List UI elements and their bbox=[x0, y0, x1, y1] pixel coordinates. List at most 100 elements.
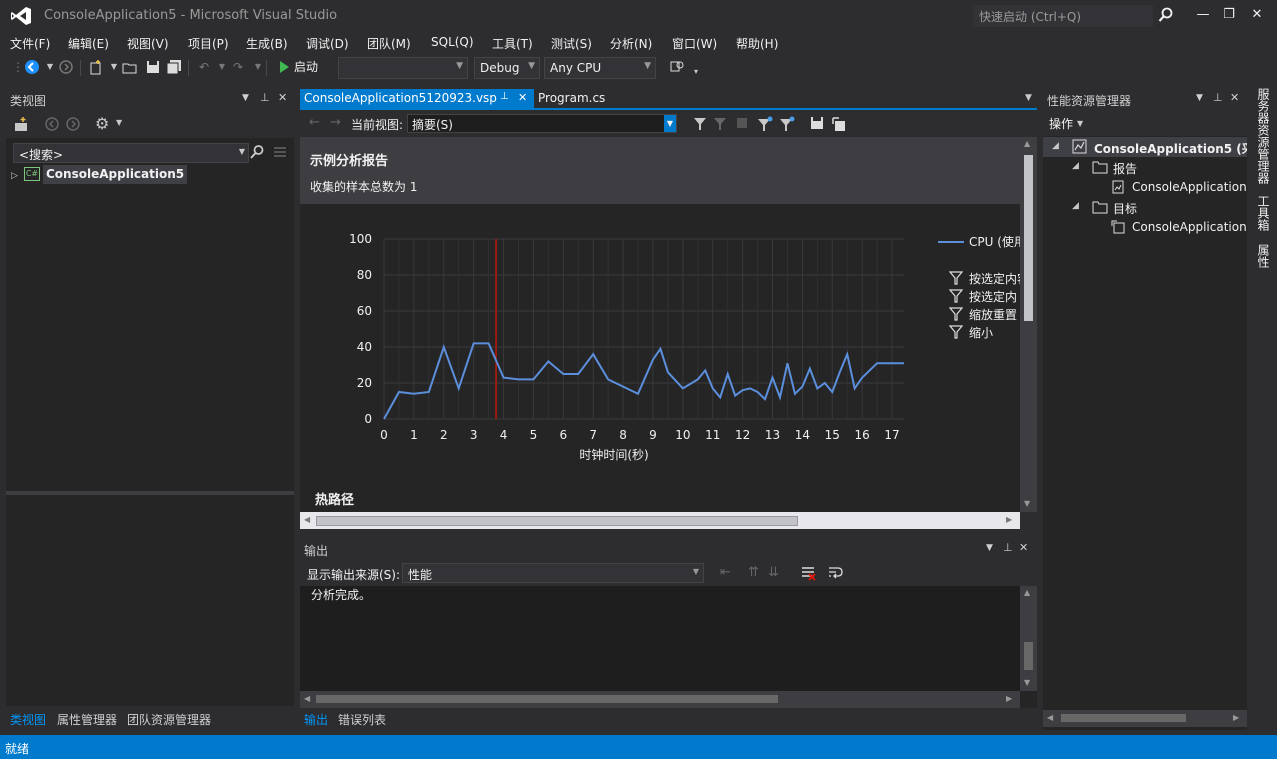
tree-collapse-arrow-icon[interactable]: ◢ bbox=[1052, 141, 1059, 151]
filter-selection-icon[interactable] bbox=[757, 116, 773, 132]
panel-splitter[interactable] bbox=[6, 491, 294, 495]
close-icon[interactable]: ✕ bbox=[278, 91, 287, 104]
filter-icon[interactable] bbox=[693, 117, 707, 131]
save-icon[interactable] bbox=[145, 59, 161, 75]
legend-filter-action[interactable]: 缩小 bbox=[969, 325, 993, 340]
search-icon[interactable] bbox=[1158, 7, 1174, 23]
menu-test[interactable]: 测试(S) bbox=[551, 35, 592, 52]
back-dropdown-icon[interactable]: ▼ bbox=[42, 59, 58, 75]
panel-menu-icon[interactable]: ▼ bbox=[242, 93, 249, 103]
scroll-thumb[interactable] bbox=[1024, 155, 1033, 321]
menu-project[interactable]: 项目(P) bbox=[188, 35, 229, 52]
scroll-left-icon[interactable]: ◀ bbox=[304, 515, 310, 524]
pin-icon[interactable]: ⊥ bbox=[1213, 91, 1223, 104]
tree-item-project[interactable]: ConsoleApplication5 bbox=[43, 165, 188, 184]
scroll-left-icon[interactable]: ◀ bbox=[304, 694, 310, 703]
minimize-button[interactable]: — bbox=[1190, 4, 1216, 26]
filter-icon[interactable] bbox=[948, 271, 964, 285]
pin-icon[interactable]: ⊥ bbox=[500, 91, 509, 102]
scroll-right-icon[interactable]: ▶ bbox=[1006, 515, 1012, 524]
scroll-down-icon[interactable]: ▼ bbox=[1024, 499, 1030, 508]
filter-icon[interactable] bbox=[948, 325, 964, 339]
menu-analyze[interactable]: 分析(N) bbox=[610, 35, 652, 52]
current-view-combo[interactable]: 摘要(S) ▼ bbox=[407, 114, 677, 133]
close-icon[interactable]: ✕ bbox=[518, 91, 527, 104]
menu-sql[interactable]: SQL(Q) bbox=[431, 35, 474, 49]
tree-collapse-arrow-icon[interactable]: ◢ bbox=[1072, 161, 1079, 171]
navigate-forward-icon[interactable] bbox=[58, 59, 74, 75]
class-search-input[interactable]: <搜索> ▼ bbox=[13, 143, 249, 163]
filter-icon[interactable] bbox=[948, 289, 964, 303]
close-icon[interactable]: ✕ bbox=[1230, 91, 1239, 104]
close-icon[interactable]: ✕ bbox=[1019, 541, 1028, 554]
tab-class-view[interactable]: 类视图 bbox=[10, 711, 46, 728]
scroll-thumb[interactable] bbox=[316, 695, 778, 703]
menu-edit[interactable]: 编辑(E) bbox=[68, 35, 109, 52]
find-in-files-icon[interactable] bbox=[669, 59, 685, 75]
filter-zoom-icon[interactable] bbox=[779, 116, 795, 132]
undo-dropdown-icon[interactable]: ▼ bbox=[214, 59, 230, 75]
report-vertical-scrollbar[interactable]: ▲ ▼ bbox=[1020, 137, 1037, 512]
open-file-icon[interactable] bbox=[122, 59, 138, 75]
close-window-button[interactable]: ✕ bbox=[1244, 4, 1270, 26]
find-next-icon[interactable]: ⇊ bbox=[768, 565, 779, 580]
scroll-up-icon[interactable]: ▲ bbox=[1024, 588, 1030, 597]
panel-menu-icon[interactable]: ▼ bbox=[986, 543, 993, 553]
menu-build[interactable]: 生成(B) bbox=[246, 35, 288, 52]
tab-program-cs[interactable]: Program.cs bbox=[534, 89, 609, 108]
pin-icon[interactable]: ⊥ bbox=[1003, 541, 1013, 554]
undo-icon[interactable]: ↶ bbox=[196, 59, 212, 75]
filter-icon[interactable] bbox=[948, 307, 964, 321]
tab-output[interactable]: 输出 bbox=[304, 711, 328, 728]
legend-filter-action[interactable]: 缩放重置 bbox=[969, 307, 1017, 322]
tree-item-targets[interactable]: 目标 bbox=[1113, 200, 1137, 217]
tree-item-reports[interactable]: 报告 bbox=[1113, 160, 1137, 177]
clear-all-icon[interactable] bbox=[800, 565, 816, 581]
perf-horizontal-scrollbar[interactable]: ◀ ▶ bbox=[1043, 710, 1247, 727]
new-folder-icon[interactable] bbox=[13, 116, 29, 132]
start-button-label[interactable]: 启动 bbox=[294, 59, 318, 75]
word-wrap-icon[interactable] bbox=[828, 565, 844, 581]
find-previous-icon[interactable]: ⇈ bbox=[748, 565, 759, 580]
tab-list-dropdown-icon[interactable]: ▼ bbox=[1025, 93, 1032, 103]
restore-button[interactable]: ❐ bbox=[1216, 4, 1242, 26]
goto-previous-icon[interactable]: ⇤ bbox=[720, 565, 731, 580]
scroll-thumb[interactable] bbox=[1024, 642, 1033, 670]
cpu-series-line[interactable] bbox=[383, 342, 904, 420]
scroll-down-icon[interactable]: ▼ bbox=[1024, 678, 1030, 687]
output-vertical-scrollbar[interactable]: ▲ ▼ bbox=[1020, 586, 1037, 691]
scroll-up-icon[interactable]: ▲ bbox=[1024, 139, 1030, 148]
tab-server-explorer[interactable]: 服务器资源管理器 bbox=[1255, 88, 1272, 184]
tab-team-explorer[interactable]: 团队资源管理器 bbox=[127, 711, 211, 728]
redo-icon[interactable]: ↷ bbox=[230, 59, 246, 75]
menu-file[interactable]: 文件(F) bbox=[10, 35, 50, 52]
toolbar-overflow-icon[interactable]: ▾ bbox=[688, 64, 704, 80]
tree-collapse-arrow-icon[interactable]: ◢ bbox=[1072, 201, 1079, 211]
redo-dropdown-icon[interactable]: ▼ bbox=[250, 59, 266, 75]
scroll-thumb[interactable] bbox=[1061, 714, 1186, 722]
actions-menu[interactable]: 操作 bbox=[1049, 115, 1073, 132]
back-icon[interactable] bbox=[44, 116, 60, 132]
forward-arrow-icon[interactable]: → bbox=[330, 115, 341, 130]
start-debugging-icon[interactable] bbox=[276, 59, 292, 75]
tab-properties[interactable]: 属性 bbox=[1255, 244, 1272, 268]
output-horizontal-scrollbar[interactable]: ◀ ▶ bbox=[300, 691, 1020, 708]
forward-icon[interactable] bbox=[65, 116, 81, 132]
back-arrow-icon[interactable]: ← bbox=[309, 115, 320, 130]
legend-filter-action[interactable]: 按选定内 bbox=[969, 289, 1017, 304]
scroll-left-icon[interactable]: ◀ bbox=[1047, 713, 1053, 722]
panel-menu-icon[interactable]: ▼ bbox=[1196, 93, 1203, 103]
tree-item-target-project[interactable]: ConsoleApplication5 bbox=[1132, 220, 1247, 234]
new-dropdown-icon[interactable]: ▼ bbox=[106, 59, 122, 75]
tab-property-manager[interactable]: 属性管理器 bbox=[57, 711, 117, 728]
menu-team[interactable]: 团队(M) bbox=[367, 35, 411, 52]
platform-combo[interactable]: Any CPU ▼ bbox=[544, 57, 656, 79]
menu-window[interactable]: 窗口(W) bbox=[672, 35, 717, 52]
search-icon[interactable] bbox=[249, 144, 265, 160]
tree-item-report-file[interactable]: ConsoleApplication5 bbox=[1132, 180, 1247, 194]
menu-debug[interactable]: 调试(D) bbox=[306, 35, 349, 52]
clear-search-icon[interactable] bbox=[272, 144, 288, 160]
tree-expand-arrow-icon[interactable]: ▷ bbox=[11, 167, 18, 181]
menu-view[interactable]: 视图(V) bbox=[127, 35, 169, 52]
tab-error-list[interactable]: 错误列表 bbox=[338, 711, 386, 728]
